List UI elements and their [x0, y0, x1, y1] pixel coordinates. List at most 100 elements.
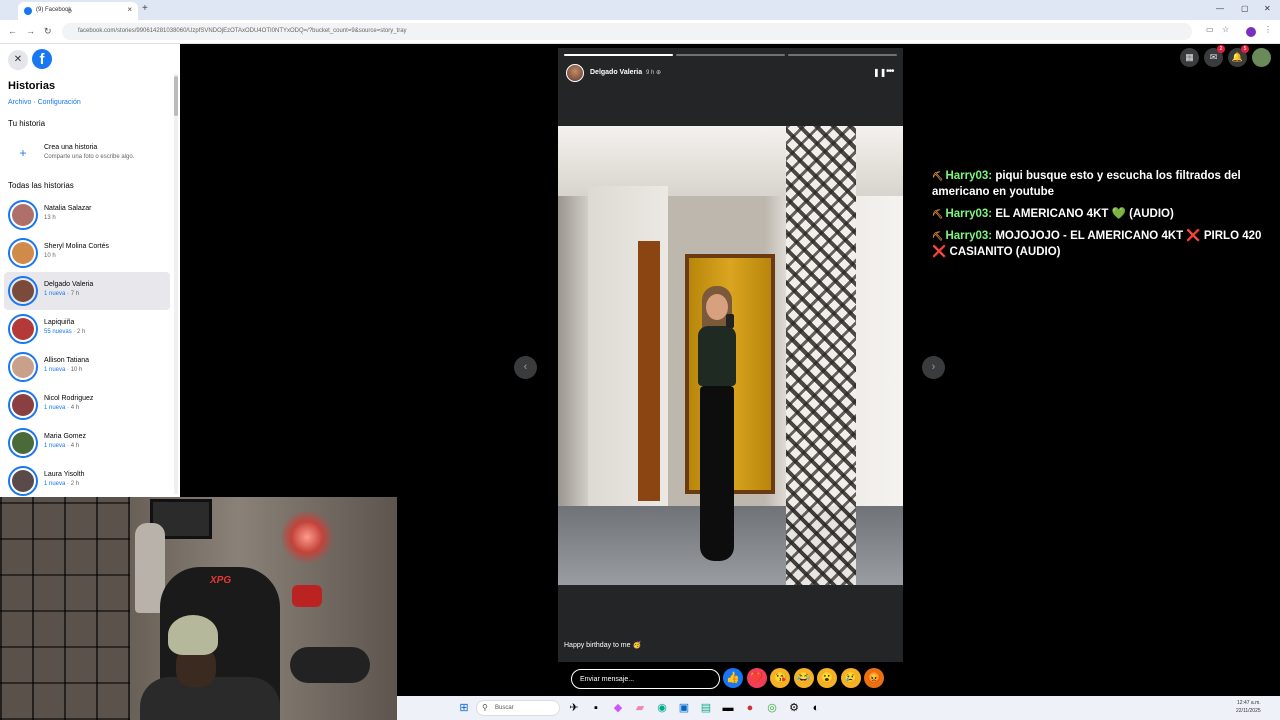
chat-username: Harry03:: [945, 208, 993, 220]
browser-menu-icon[interactable]: ⋮: [1264, 25, 1272, 34]
story-name: Nicol Rodriguez: [44, 395, 94, 402]
minimize-icon[interactable]: —: [1216, 4, 1224, 13]
story-meta: 10 h: [44, 253, 56, 259]
reaction-button[interactable]: 😮: [817, 668, 837, 688]
reaction-button[interactable]: 😘: [770, 668, 790, 688]
story-author-avatar[interactable]: [566, 64, 584, 82]
obs-icon[interactable]: ●: [743, 701, 757, 715]
browser-profile-avatar[interactable]: [1246, 27, 1256, 37]
reaction-button[interactable]: 😂: [793, 668, 814, 688]
messenger-badge: 2: [1217, 45, 1225, 53]
chrome-icon[interactable]: ◎: [765, 701, 779, 715]
pause-icon[interactable]: ❚❚: [873, 68, 886, 77]
photo-top: [698, 326, 736, 386]
story-meta: 1 nueva · 4 h: [44, 443, 79, 449]
reaction-button[interactable]: 👍: [723, 668, 743, 688]
reply-input[interactable]: Enviar mensaje...: [571, 669, 720, 689]
chair-logo: XPG: [210, 575, 232, 586]
story-meta: 1 nueva · 4 h: [44, 405, 79, 411]
edge-icon[interactable]: ◉: [655, 701, 669, 715]
settings-gear-icon[interactable]: ⚙: [787, 701, 801, 715]
copilot-icon[interactable]: ◆: [611, 701, 625, 715]
story-meta: 1 nueva · 10 h: [44, 367, 82, 373]
facebook-favicon-icon: [24, 7, 32, 15]
shelf-dividers: [0, 497, 130, 720]
reload-icon[interactable]: ↻: [44, 26, 52, 37]
chat-message: ⛏ Harry03: EL AMERICANO 4KT 💚 (AUDIO): [932, 206, 1272, 222]
browser-tab[interactable]: (9) Facebook ×: [18, 2, 138, 20]
previous-story-arrow-icon[interactable]: ‹: [514, 356, 537, 379]
story-time-ago: · 2 h: [71, 329, 86, 335]
capcut-icon[interactable]: ◐: [809, 701, 823, 715]
windows-start-icon[interactable]: ⊞: [457, 701, 471, 715]
taskbar-clock[interactable]: 12:47 a.m. 22/11/2025: [1236, 699, 1261, 715]
chat-badge-icon: ⛏: [932, 231, 944, 241]
story-photo: [558, 126, 903, 585]
reaction-button[interactable]: ❤️: [746, 668, 767, 688]
archive-link[interactable]: Archivo: [8, 99, 31, 106]
story-list-item[interactable]: Sheryl Molina Cortés 10 h: [4, 234, 170, 272]
stories-sidebar: ✕ f Historias Archivo · Configuración Tu…: [0, 44, 180, 497]
menu-grid-icon[interactable]: ▦: [1180, 48, 1199, 67]
taskbar-search[interactable]: ⚲ Buscar: [476, 700, 560, 716]
terminal-icon[interactable]: ▪: [589, 701, 603, 715]
store-icon[interactable]: ▣: [677, 701, 691, 715]
create-story-button[interactable]: + Crea una historia Comparte una foto o …: [6, 140, 172, 166]
story-list-item[interactable]: Delgado Valeria 1 nueva · 7 h: [4, 272, 170, 310]
story-list-item[interactable]: Lapiquiña 55 nuevas · 2 h: [4, 310, 170, 348]
story-list-item[interactable]: Allison Tatiana 1 nueva · 10 h: [4, 348, 170, 386]
facebook-logo-icon[interactable]: f: [32, 49, 52, 69]
cast-icon[interactable]: ▭: [1206, 25, 1214, 34]
story-avatar: [8, 276, 38, 306]
story-list: Natalia Salazar 13 h Sheryl Molina Cortés 1…: [4, 196, 170, 497]
back-icon[interactable]: ←: [8, 26, 17, 36]
create-story-subtitle: Comparte una foto o escribe algo.: [44, 154, 135, 160]
chat-message: ⛏ Harry03: piqui busque esto y escucha lo…: [932, 168, 1272, 200]
site-info-icon[interactable]: ⚙: [67, 8, 72, 15]
globe-icon: ⊕: [656, 70, 662, 76]
stream-chat: ⛏ Harry03: piqui busque esto y escucha lo…: [932, 168, 1272, 266]
story-viewer[interactable]: Delgado Valeria 9 h ⊕ ❚❚ ••• Happy birth…: [558, 48, 903, 662]
reaction-button[interactable]: 😡: [864, 668, 884, 688]
reaction-button[interactable]: 😢: [840, 668, 861, 688]
photo-lattice-shadow: [786, 126, 856, 585]
story-name: Lapiquiña: [44, 319, 75, 326]
red-lamp: [282, 507, 332, 567]
app-icon[interactable]: ▤: [699, 701, 713, 715]
tab-close-icon[interactable]: ×: [127, 5, 132, 14]
story-meta: 13 h: [44, 215, 56, 221]
next-story-arrow-icon[interactable]: ›: [922, 356, 945, 379]
bookmark-star-icon[interactable]: ☆: [1222, 25, 1229, 34]
story-author-name[interactable]: Delgado Valeria: [590, 69, 642, 76]
chat-message: ⛏ Harry03: MOJOJOJO - EL AMERICANO 4KT ❌ …: [932, 228, 1272, 260]
your-story-heading: Tu historia: [8, 119, 46, 128]
story-meta: 1 nueva · 7 h: [44, 291, 79, 297]
story-avatar: [8, 314, 38, 344]
window-close-icon[interactable]: ✕: [1264, 4, 1271, 13]
story-new-count: 1 nueva: [44, 481, 66, 487]
story-list-item[interactable]: Laura Yisolth 1 nueva · 2 h: [4, 462, 170, 497]
photo-door-frame: [638, 241, 660, 501]
new-tab-button[interactable]: +: [142, 3, 148, 14]
chat-username: Harry03:: [945, 170, 993, 182]
story-list-item[interactable]: Nicol Rodriguez 1 nueva · 4 h: [4, 386, 170, 424]
story-name: Natalia Salazar: [44, 205, 92, 212]
story-list-item[interactable]: Maria Gomez 1 nueva · 4 h: [4, 424, 170, 462]
progress-segment: [564, 54, 673, 56]
create-story-title: Crea una historia: [44, 144, 98, 151]
settings-link[interactable]: Configuración: [38, 99, 81, 106]
folder-icon[interactable]: ▰: [633, 701, 647, 715]
forward-icon[interactable]: →: [26, 26, 35, 36]
address-bar: ← → ↻ facebook.com/stories/9906142810380…: [0, 20, 1280, 44]
taskview-icon[interactable]: ✈: [567, 701, 581, 715]
url-field[interactable]: facebook.com/stories/990614281038060/Uzp…: [62, 23, 1192, 40]
sidebar-scrollbar[interactable]: [174, 74, 178, 494]
story-list-item[interactable]: Natalia Salazar 13 h: [4, 196, 170, 234]
console-icon[interactable]: ▬: [721, 701, 735, 715]
more-options-icon[interactable]: •••: [886, 66, 894, 77]
close-icon[interactable]: ✕: [8, 50, 28, 70]
maximize-icon[interactable]: ▢: [1241, 4, 1249, 13]
story-time-ago: · 10 h: [65, 367, 83, 373]
sidebar-links: Archivo · Configuración: [8, 99, 81, 106]
account-avatar[interactable]: [1252, 48, 1271, 67]
